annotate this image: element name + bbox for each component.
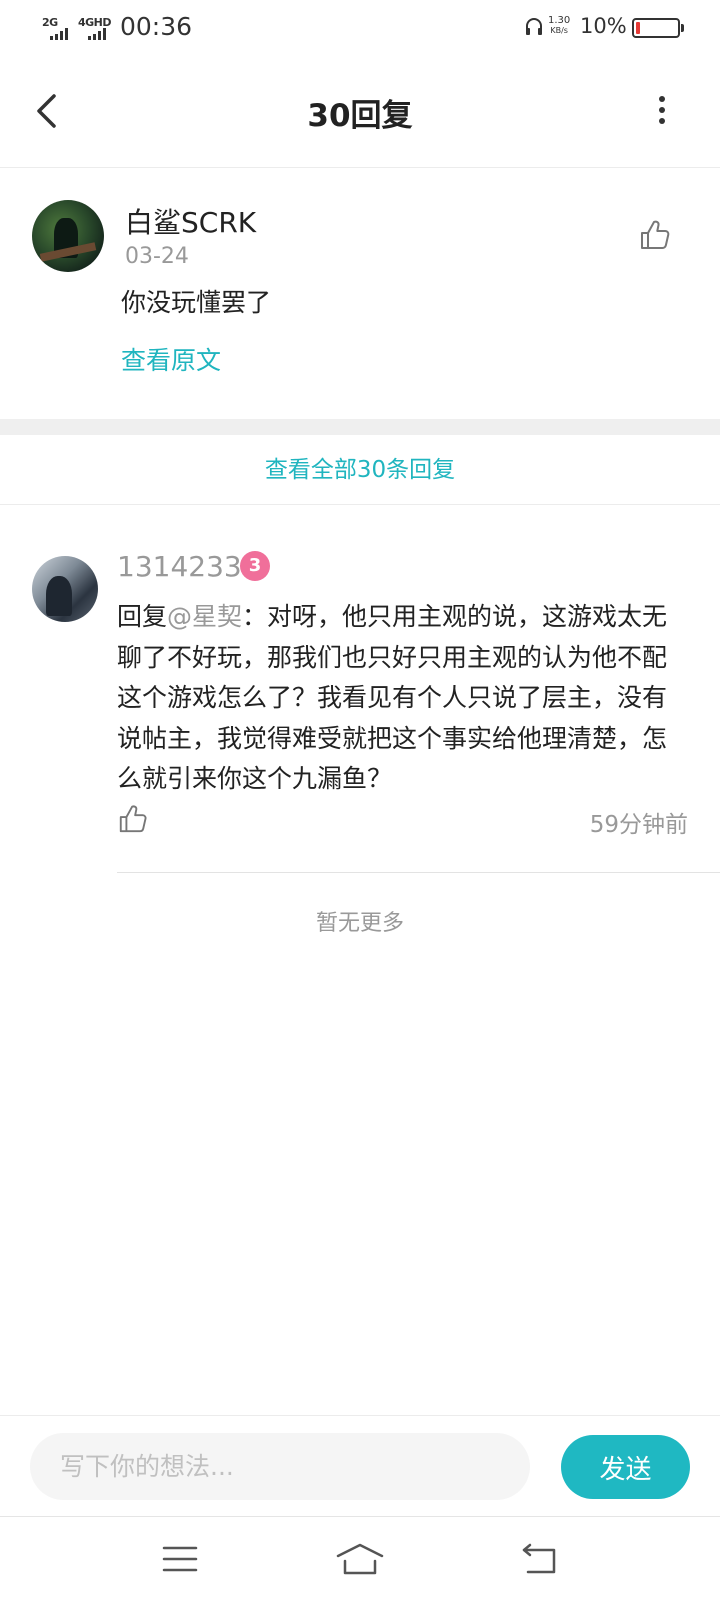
headset-icon xyxy=(526,18,542,35)
home-icon xyxy=(336,1543,384,1575)
status-bar: 2G 4GHD 00:36 1.30 KB/s 10% xyxy=(0,0,720,56)
thumbs-up-icon[interactable] xyxy=(638,218,672,252)
level-badge: 3 xyxy=(240,551,270,581)
reply-prefix: 回复 xyxy=(117,602,168,631)
battery-icon xyxy=(632,18,684,38)
reply-author[interactable]: 1314233 xyxy=(117,550,242,583)
section-divider xyxy=(0,419,720,435)
network-speed-value: 1.30 xyxy=(548,15,571,26)
more-vertical-icon xyxy=(659,96,665,102)
comment-input[interactable] xyxy=(30,1433,530,1500)
network-speed: 1.30 KB/s xyxy=(548,16,570,36)
view-all-replies-link[interactable]: 查看全部30条回复 xyxy=(0,435,720,505)
divider xyxy=(117,872,720,873)
avatar[interactable] xyxy=(32,556,98,622)
menu-icon xyxy=(162,1546,198,1572)
status-time: 00:36 xyxy=(120,12,193,41)
reply-text: 回复@星契：对呀，他只用主观的说，这游戏太无聊了不好玩，那我们也只好只用主观的认… xyxy=(117,597,682,800)
signal-strength-icon xyxy=(88,28,112,40)
signal-strength-icon xyxy=(50,28,74,40)
comment-text: 你没玩懂罢了 xyxy=(121,288,272,317)
comment-input-bar: 发送 xyxy=(0,1415,720,1516)
header: 30回复 xyxy=(0,56,720,168)
mention-link[interactable]: @星契 xyxy=(167,602,242,631)
back-arrow-icon xyxy=(522,1543,556,1574)
comment-author[interactable]: 白鲨SCRK xyxy=(125,201,256,241)
more-options-button[interactable] xyxy=(656,96,668,128)
network-speed-unit: KB/s xyxy=(550,26,568,35)
avatar[interactable] xyxy=(32,200,104,272)
system-nav-bar xyxy=(0,1516,720,1600)
menu-button[interactable] xyxy=(150,1535,210,1583)
view-original-link[interactable]: 查看原文 xyxy=(121,341,221,377)
original-comment: 白鲨SCRK 03-24 你没玩懂罢了 查看原文 xyxy=(0,168,720,419)
reply-time: 59分钟前 xyxy=(589,812,688,838)
send-button[interactable]: 发送 xyxy=(561,1435,690,1499)
page-title: 30回复 xyxy=(307,98,413,134)
back-nav-button[interactable] xyxy=(510,1535,570,1583)
battery-level xyxy=(636,22,640,34)
no-more-text: 暂无更多 xyxy=(315,911,404,936)
thumbs-up-icon[interactable] xyxy=(117,803,149,835)
reply-item: 1314233 3 回复@星契：对呀，他只用主观的说，这游戏太无聊了不好玩，那我… xyxy=(0,505,720,875)
comment-date: 03-24 xyxy=(125,244,189,269)
battery-percent: 10% xyxy=(580,14,627,38)
home-button[interactable] xyxy=(330,1535,390,1583)
